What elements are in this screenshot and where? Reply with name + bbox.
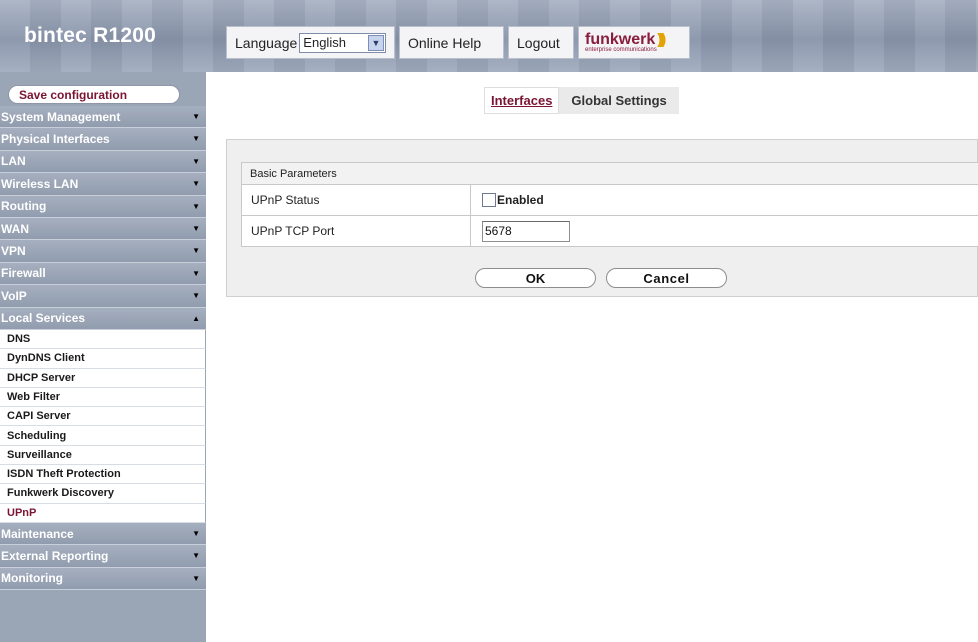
sidebar-item-label: WAN (1, 221, 29, 236)
form-buttons: OK Cancel (475, 268, 727, 288)
cancel-button[interactable]: Cancel (606, 268, 727, 288)
submenu-item-dns[interactable]: DNS (0, 329, 206, 350)
chevron-down-icon: ▼ (192, 268, 200, 278)
funkwerk-logo: funkwerk ))) enterprise communications (578, 26, 690, 59)
section-header: Basic Parameters (242, 163, 978, 184)
language-selector-box: Language English ▼ (226, 26, 395, 59)
logo-text: funkwerk (585, 30, 656, 48)
sidebar-item-label: Firewall (1, 266, 46, 281)
sidebar-item-label: VoIP (1, 288, 27, 303)
save-configuration-button[interactable]: Save configuration (8, 85, 180, 104)
header-bar: bintec R1200 Language English ▼ Online H… (0, 0, 978, 72)
sidebar-item-label: LAN (1, 154, 26, 169)
sidebar-item-label: Routing (1, 199, 47, 214)
logo-tagline: enterprise communications (585, 46, 657, 53)
submenu-item-upnp[interactable]: UPnP (0, 503, 206, 523)
sidebar-item-local-services[interactable]: Local Services ▲ (0, 307, 206, 330)
main-content: Interfaces Global Settings Basic Paramet… (206, 72, 978, 642)
chevron-down-icon: ▼ (192, 528, 200, 538)
upnp-tcp-port-row: UPnP TCP Port 5678 (242, 215, 978, 246)
submenu-item-dhcp-server[interactable]: DHCP Server (0, 368, 206, 388)
sidebar-item-maintenance[interactable]: Maintenance ▼ (0, 522, 206, 546)
upnp-status-label: UPnP Status (242, 185, 471, 215)
submenu-item-dyndns-client[interactable]: DynDNS Client (0, 349, 206, 369)
upnp-status-row: UPnP Status Enabled (242, 184, 978, 215)
sidebar-item-wireless-lan[interactable]: Wireless LAN ▼ (0, 173, 206, 196)
online-help-button[interactable]: Online Help (399, 26, 504, 59)
tab-global-settings[interactable]: Global Settings (559, 87, 679, 114)
upnp-enabled-checkbox[interactable] (482, 193, 496, 207)
language-label: Language (235, 34, 298, 51)
sidebar: Save configuration System Management ▼ P… (0, 72, 206, 642)
submenu-item-scheduling[interactable]: Scheduling (0, 426, 206, 446)
chevron-down-icon: ▼ (192, 112, 200, 121)
submenu-item-surveillance[interactable]: Surveillance (0, 445, 206, 465)
save-configuration-label: Save configuration (19, 87, 128, 102)
sidebar-item-routing[interactable]: Routing ▼ (0, 195, 206, 218)
basic-parameters-table: Basic Parameters UPnP Status Enabled UPn… (241, 162, 978, 247)
sidebar-item-monitoring[interactable]: Monitoring ▼ (0, 567, 206, 591)
sidebar-item-label: Physical Interfaces (1, 132, 110, 147)
chevron-down-icon: ▼ (192, 134, 200, 144)
chevron-down-icon: ▼ (192, 179, 200, 189)
chevron-down-icon[interactable]: ▼ (368, 34, 384, 51)
sidebar-item-voip[interactable]: VoIP ▼ (0, 285, 206, 308)
chevron-up-icon: ▲ (192, 313, 200, 323)
sidebar-menu: System Management ▼ Physical Interfaces … (0, 106, 206, 591)
sidebar-item-label: Local Services (1, 311, 86, 326)
sidebar-item-lan[interactable]: LAN ▼ (0, 150, 206, 174)
chevron-down-icon: ▼ (192, 156, 200, 166)
tab-interfaces[interactable]: Interfaces (484, 87, 560, 114)
upnp-tcp-port-label: UPnP TCP Port (242, 216, 471, 246)
chevron-down-icon: ▼ (192, 291, 200, 301)
logout-button[interactable]: Logout (508, 26, 574, 59)
logout-label: Logout (517, 34, 560, 51)
chevron-down-icon: ▼ (192, 201, 200, 211)
brand-title: bintec R1200 (24, 24, 156, 47)
sidebar-item-label: Monitoring (1, 571, 63, 586)
language-value: English (303, 35, 346, 50)
tab-bar: Interfaces Global Settings (484, 87, 679, 114)
online-help-label: Online Help (408, 34, 482, 51)
settings-panel: Basic Parameters UPnP Status Enabled UPn… (226, 139, 978, 297)
sidebar-item-label: Maintenance (1, 526, 74, 541)
sidebar-item-firewall[interactable]: Firewall ▼ (0, 262, 206, 286)
submenu-item-isdn-theft-protection[interactable]: ISDN Theft Protection (0, 464, 206, 485)
submenu-item-capi-server[interactable]: CAPI Server (0, 407, 206, 427)
sidebar-item-physical-interfaces[interactable]: Physical Interfaces ▼ (0, 128, 206, 151)
sidebar-item-external-reporting[interactable]: External Reporting ▼ (0, 545, 206, 568)
chevron-down-icon: ▼ (192, 246, 200, 256)
language-select[interactable]: English ▼ (299, 32, 386, 53)
sidebar-item-system-management[interactable]: System Management ▼ (0, 106, 206, 129)
section-title: Basic Parameters (250, 167, 337, 180)
sidebar-item-label: External Reporting (1, 548, 109, 563)
sidebar-item-label: VPN (1, 244, 26, 259)
sidebar-item-label: Wireless LAN (1, 176, 79, 191)
chevron-down-icon: ▼ (192, 551, 200, 561)
submenu-item-web-filter[interactable]: Web Filter (0, 387, 206, 408)
local-services-submenu: DNS DynDNS Client DHCP Server Web Filter… (0, 329, 206, 523)
sidebar-item-label: System Management (1, 109, 121, 124)
ok-button[interactable]: OK (475, 268, 596, 288)
logo-waves-icon: ))) (657, 30, 666, 48)
sidebar-item-vpn[interactable]: VPN ▼ (0, 240, 206, 263)
sidebar-item-wan[interactable]: WAN ▼ (0, 217, 206, 241)
submenu-item-funkwerk-discovery[interactable]: Funkwerk Discovery (0, 484, 206, 504)
chevron-down-icon: ▼ (192, 223, 200, 233)
upnp-enabled-label[interactable]: Enabled (497, 193, 544, 207)
chevron-down-icon: ▼ (192, 573, 200, 583)
upnp-tcp-port-input[interactable]: 5678 (482, 220, 570, 242)
